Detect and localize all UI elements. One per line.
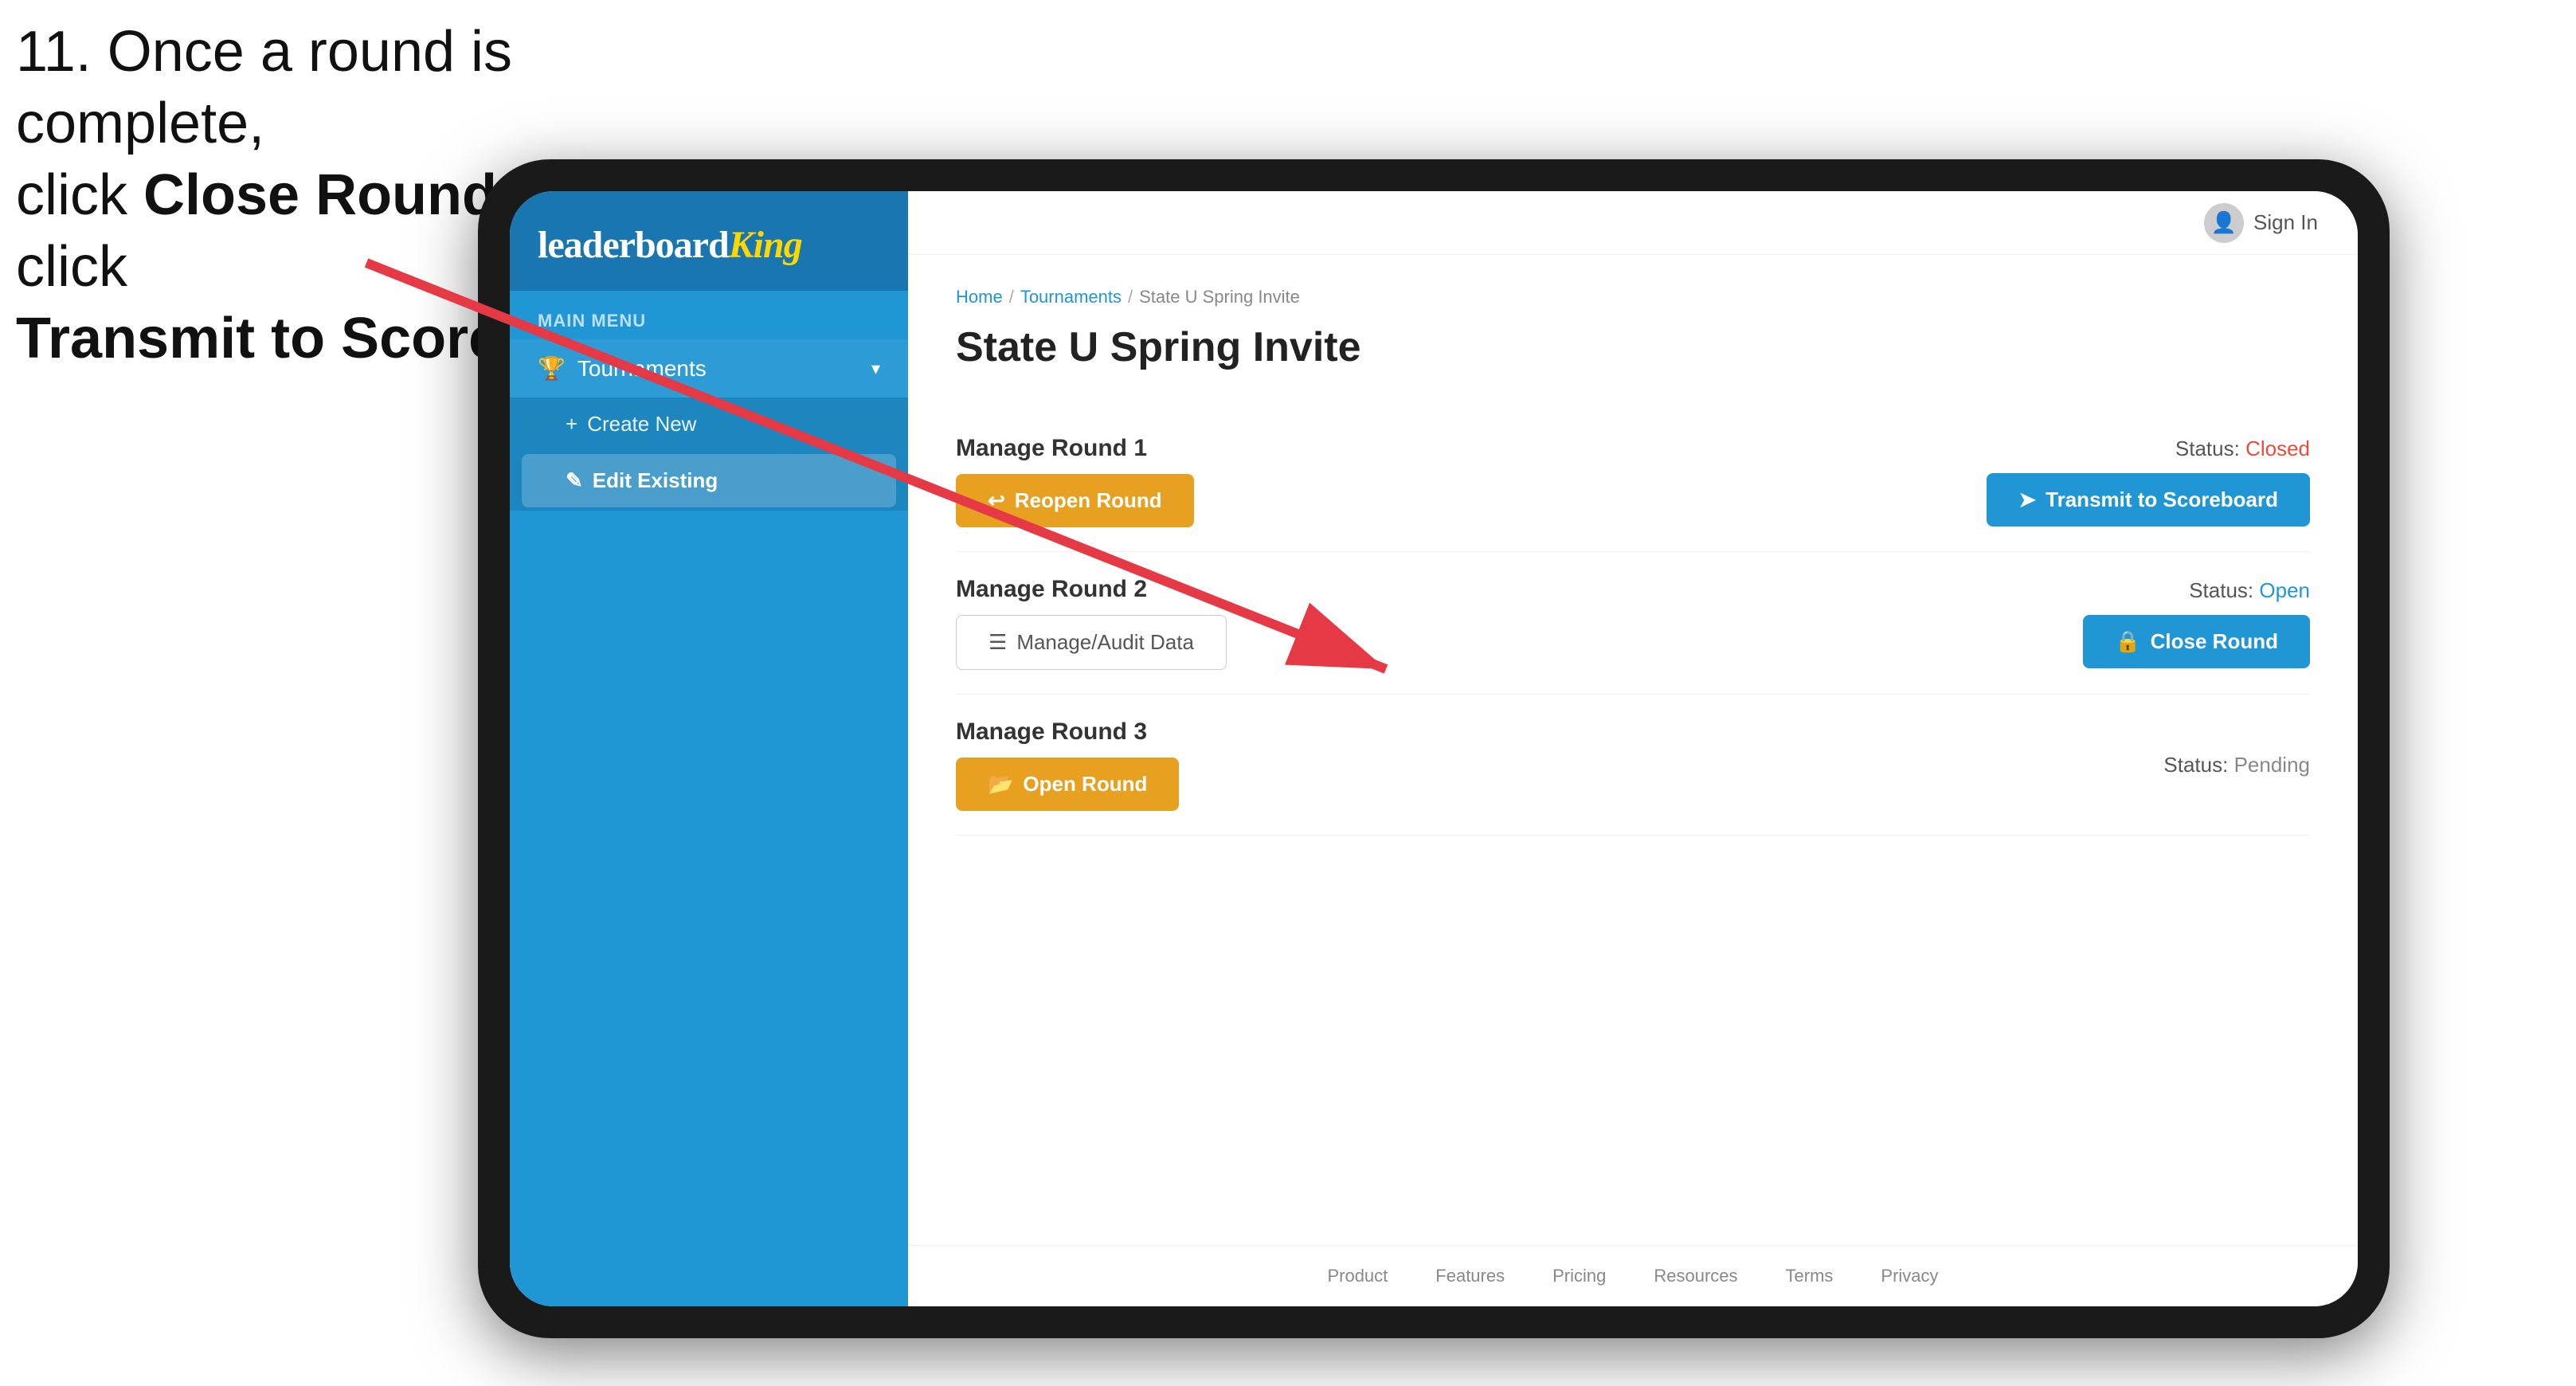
breadcrumb-home[interactable]: Home bbox=[956, 287, 1003, 307]
open-round-button[interactable]: 📂 Open Round bbox=[956, 758, 1179, 811]
round-2-status: Status: Open bbox=[2189, 578, 2310, 603]
breadcrumb-current: State U Spring Invite bbox=[1139, 287, 1300, 307]
round-3-left: Manage Round 3 📂 Open Round bbox=[956, 718, 1179, 811]
user-avatar: 👤 bbox=[2204, 203, 2244, 243]
round-1-status: Status: Closed bbox=[2175, 437, 2310, 461]
edit-existing-label: Edit Existing bbox=[593, 468, 718, 493]
lock-icon: 🔒 bbox=[2115, 629, 2140, 654]
round-2-right: Status: Open 🔒 Close Round bbox=[2083, 578, 2310, 668]
chevron-down-icon: ▾ bbox=[871, 358, 880, 379]
sign-in-label: Sign In bbox=[2253, 210, 2318, 235]
breadcrumb-tournaments[interactable]: Tournaments bbox=[1020, 287, 1122, 307]
footer-product[interactable]: Product bbox=[1327, 1266, 1388, 1286]
logo: leaderboardKing bbox=[538, 223, 880, 267]
edit-icon: ✎ bbox=[566, 468, 583, 493]
transmit-scoreboard-button[interactable]: ➤ Transmit to Scoreboard bbox=[1987, 473, 2310, 527]
round-1-section: Manage Round 1 ↩ Reopen Round Status: Cl… bbox=[956, 411, 2310, 552]
create-new-label: Create New bbox=[587, 412, 696, 437]
sidebar-submenu: + Create New ✎ Edit Existing bbox=[510, 397, 908, 511]
breadcrumb: Home / Tournaments / State U Spring Invi… bbox=[956, 287, 2310, 307]
round-3-label: Manage Round 3 bbox=[956, 718, 1179, 746]
footer-resources[interactable]: Resources bbox=[1654, 1266, 1737, 1286]
reopen-round-button[interactable]: ↩ Reopen Round bbox=[956, 474, 1194, 527]
manage-audit-button[interactable]: ☰ Manage/Audit Data bbox=[956, 615, 1227, 670]
open-round-icon: 📂 bbox=[988, 772, 1013, 797]
tablet-device: leaderboardKing MAIN MENU 🏆 Tournaments … bbox=[478, 159, 2390, 1338]
reopen-icon: ↩ bbox=[988, 488, 1005, 513]
round-2-left: Manage Round 2 ☰ Manage/Audit Data bbox=[956, 576, 1227, 670]
round-2-section: Manage Round 2 ☰ Manage/Audit Data Statu… bbox=[956, 552, 2310, 695]
round-3-right: Status: Pending bbox=[2163, 753, 2310, 777]
round-3-status: Status: Pending bbox=[2163, 753, 2310, 777]
footer: Product Features Pricing Resources Terms… bbox=[908, 1245, 2358, 1306]
sidebar-logo: leaderboardKing bbox=[510, 191, 908, 291]
sidebar: leaderboardKing MAIN MENU 🏆 Tournaments … bbox=[510, 191, 908, 1306]
footer-privacy[interactable]: Privacy bbox=[1881, 1266, 1938, 1286]
round-1-status-value: Closed bbox=[2245, 437, 2310, 460]
footer-features[interactable]: Features bbox=[1435, 1266, 1505, 1286]
sign-in-button[interactable]: 👤 Sign In bbox=[2204, 203, 2318, 243]
trophy-icon: 🏆 bbox=[538, 355, 566, 382]
manage-audit-icon: ☰ bbox=[989, 630, 1007, 655]
plus-icon: + bbox=[566, 412, 577, 437]
footer-pricing[interactable]: Pricing bbox=[1552, 1266, 1606, 1286]
footer-terms[interactable]: Terms bbox=[1786, 1266, 1834, 1286]
sidebar-main-menu-label: MAIN MENU bbox=[510, 291, 908, 339]
instruction-line1: 11. Once a round is complete, bbox=[16, 20, 512, 155]
sidebar-item-tournaments[interactable]: 🏆 Tournaments ▾ bbox=[510, 339, 908, 397]
round-3-section: Manage Round 3 📂 Open Round Status: Pend… bbox=[956, 695, 2310, 836]
round-2-status-value: Open bbox=[2259, 578, 2310, 602]
page-content: Home / Tournaments / State U Spring Invi… bbox=[908, 255, 2358, 1245]
round-3-status-value: Pending bbox=[2234, 753, 2310, 777]
transmit-icon: ➤ bbox=[2018, 487, 2036, 512]
sidebar-item-edit-existing[interactable]: ✎ Edit Existing bbox=[522, 454, 896, 507]
sidebar-item-create-new[interactable]: + Create New bbox=[510, 397, 908, 451]
round-1-left: Manage Round 1 ↩ Reopen Round bbox=[956, 435, 1194, 527]
close-round-button[interactable]: 🔒 Close Round bbox=[2083, 615, 2310, 668]
tablet-screen: leaderboardKing MAIN MENU 🏆 Tournaments … bbox=[510, 191, 2358, 1306]
app-layout: leaderboardKing MAIN MENU 🏆 Tournaments … bbox=[510, 191, 2358, 1306]
page-title: State U Spring Invite bbox=[956, 323, 2310, 371]
top-nav: 👤 Sign In bbox=[908, 191, 2358, 255]
breadcrumb-sep1: / bbox=[1009, 287, 1014, 307]
sidebar-tournaments-label: Tournaments bbox=[577, 356, 707, 382]
round-2-label: Manage Round 2 bbox=[956, 576, 1227, 603]
breadcrumb-sep2: / bbox=[1128, 287, 1133, 307]
round-1-label: Manage Round 1 bbox=[956, 435, 1194, 462]
main-content: 👤 Sign In Home / Tournaments / State U S… bbox=[908, 191, 2358, 1306]
round-1-right: Status: Closed ➤ Transmit to Scoreboard bbox=[1987, 437, 2310, 527]
